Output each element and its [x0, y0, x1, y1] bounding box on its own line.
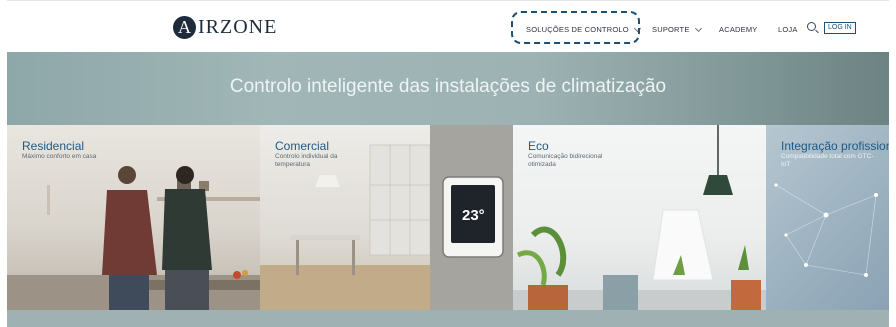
- thermostat-temperature: 23°: [462, 207, 485, 224]
- nav-item-loja[interactable]: LOJA: [778, 25, 798, 34]
- login-button[interactable]: LOG IN: [824, 22, 856, 34]
- hero-title: Controlo inteligente das instalações de …: [229, 76, 667, 97]
- card-eco[interactable]: Eco Comunicação bidirecional otimizada: [513, 125, 766, 310]
- card-title: Eco: [528, 139, 549, 153]
- focus-highlight-outline: [511, 11, 640, 44]
- search-icon[interactable]: [807, 22, 816, 31]
- hero-banner: Controlo inteligente das instalações de …: [7, 52, 889, 125]
- nav-label: LOJA: [778, 25, 798, 34]
- segment-cards: Residencial Máximo conforto em casa 23° …: [7, 125, 889, 310]
- main-nav: SOLUÇÕES DE CONTROLO SUPORTE ACADEMY LOJ…: [7, 7, 889, 52]
- chevron-down-icon: [694, 24, 702, 32]
- card-title: Integração profissional: [781, 139, 889, 153]
- nav-item-academy[interactable]: ACADEMY: [719, 25, 758, 34]
- card-title: Comercial: [275, 139, 330, 153]
- card-subtitle: Comunicação bidirecional otimizada: [528, 153, 603, 168]
- card-integracao-profissional[interactable]: Integração profissional Compatibilidade …: [766, 125, 889, 310]
- card-subtitle: Máximo conforto em casa: [22, 153, 97, 160]
- nav-label: SUPORTE: [652, 25, 690, 34]
- site-header: A IRZONE SOLUÇÕES DE CONTROLO SUPORTE AC…: [7, 7, 889, 52]
- card-comercial[interactable]: 23° Comercial Controlo individual da tem…: [260, 125, 513, 310]
- card-title: Residencial: [22, 139, 85, 153]
- card-residencial[interactable]: Residencial Máximo conforto em casa: [7, 125, 260, 310]
- nav-label: ACADEMY: [719, 25, 758, 34]
- card-subtitle: Compatibilidade total com GTC-IoT: [781, 153, 874, 168]
- card-subtitle: Controlo individual da temperatura: [275, 153, 338, 168]
- nav-item-suporte[interactable]: SUPORTE: [652, 24, 702, 34]
- section-footer-band: [7, 310, 889, 327]
